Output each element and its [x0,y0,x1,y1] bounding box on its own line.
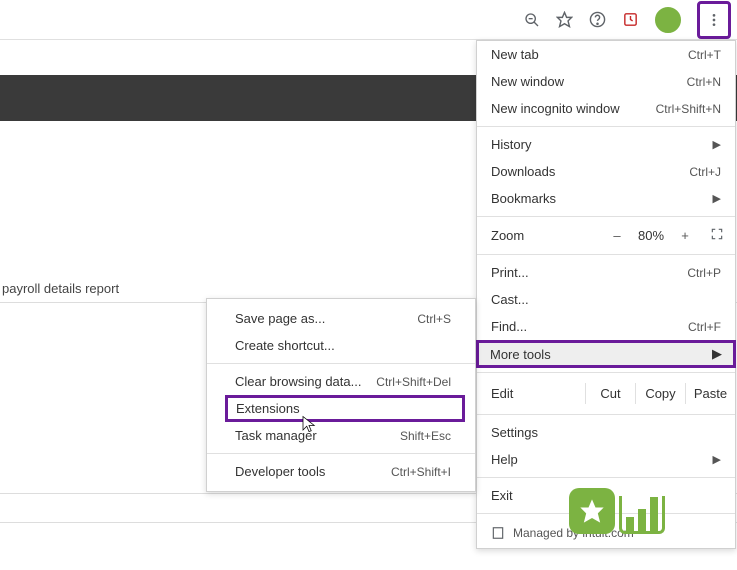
chevron-right-icon: ▶ [713,138,721,151]
shortcut: Shift+Esc [400,429,451,443]
menu-print[interactable]: Print... Ctrl+P [477,259,735,286]
more-tools-submenu: Save page as... Ctrl+S Create shortcut...… [206,298,476,492]
label: More tools [490,347,551,362]
menu-separator [477,414,735,415]
copy-button[interactable]: Copy [635,383,685,404]
shield-icon[interactable] [622,11,639,28]
menu-history[interactable]: History ▶ [477,131,735,158]
shortcut: Ctrl+T [688,48,721,62]
label: Zoom [491,228,603,243]
menu-separator [477,372,735,373]
menu-more-tools[interactable]: More tools ▶ [476,340,736,368]
label: Clear browsing data... [235,374,361,389]
label: New incognito window [491,101,620,116]
background-widget [569,488,665,534]
label: Settings [491,425,538,440]
menu-separator [477,216,735,217]
label: Save page as... [235,311,325,326]
zoom-in-button[interactable]: + [671,228,699,243]
more-vert-icon[interactable] [706,12,722,28]
label: Create shortcut... [235,338,335,353]
label: Task manager [235,428,317,443]
menu-cast[interactable]: Cast... [477,286,735,313]
submenu-developer-tools[interactable]: Developer tools Ctrl+Shift+I [207,458,475,485]
menu-separator [477,477,735,478]
submenu-task-manager[interactable]: Task manager Shift+Esc [207,422,475,449]
label: Developer tools [235,464,325,479]
menu-new-tab[interactable]: New tab Ctrl+T [477,41,735,68]
browser-toolbar [0,0,737,40]
chevron-right-icon: ▶ [712,346,722,362]
label: Bookmarks [491,191,556,206]
menu-help[interactable]: Help ▶ [477,446,735,473]
menu-separator [477,126,735,127]
zoom-out-icon[interactable] [524,12,540,28]
help-icon[interactable] [589,11,606,28]
shortcut: Ctrl+Shift+N [656,102,721,116]
submenu-clear-browsing[interactable]: Clear browsing data... Ctrl+Shift+Del [207,368,475,395]
shortcut: Ctrl+Shift+Del [376,375,451,389]
star-badge-icon [569,488,615,534]
label: Exit [491,488,513,503]
label: New window [491,74,564,89]
shortcut: Ctrl+N [687,75,721,89]
submenu-extensions[interactable]: Extensions [225,395,465,422]
cut-button[interactable]: Cut [585,383,635,404]
label: Edit [491,386,585,401]
shortcut: Ctrl+F [688,320,721,334]
profile-avatar[interactable] [655,7,681,33]
shortcut: Ctrl+Shift+I [391,465,451,479]
paste-button[interactable]: Paste [685,383,735,404]
label: Find... [491,319,527,334]
star-icon[interactable] [556,11,573,28]
label: New tab [491,47,539,62]
label: Print... [491,265,529,280]
label: Cast... [491,292,529,307]
chevron-right-icon: ▶ [713,192,721,205]
menu-separator [477,254,735,255]
label: Extensions [236,401,300,416]
menu-settings[interactable]: Settings [477,419,735,446]
building-icon [491,526,505,540]
zoom-out-button[interactable]: – [603,228,631,243]
bars-icon [619,496,665,534]
shortcut: Ctrl+S [417,312,451,326]
chevron-right-icon: ▶ [713,453,721,466]
label: Help [491,452,518,467]
page-visible-text: payroll details report [2,281,119,296]
menu-new-window[interactable]: New window Ctrl+N [477,68,735,95]
menu-new-incognito[interactable]: New incognito window Ctrl+Shift+N [477,95,735,122]
zoom-value: 80% [631,228,671,243]
menu-separator [207,453,475,454]
menu-zoom: Zoom – 80% + [477,221,735,250]
label: History [491,137,531,152]
menu-button-highlight [697,1,731,39]
shortcut: Ctrl+J [689,165,721,179]
menu-find[interactable]: Find... Ctrl+F [477,313,735,340]
menu-separator [207,363,475,364]
menu-bookmarks[interactable]: Bookmarks ▶ [477,185,735,212]
menu-downloads[interactable]: Downloads Ctrl+J [477,158,735,185]
label: Downloads [491,164,555,179]
submenu-create-shortcut[interactable]: Create shortcut... [207,332,475,359]
submenu-save-page[interactable]: Save page as... Ctrl+S [207,305,475,332]
chrome-main-menu: New tab Ctrl+T New window Ctrl+N New incog… [476,40,736,549]
shortcut: Ctrl+P [687,266,721,280]
menu-edit-row: Edit Cut Copy Paste [477,377,735,410]
fullscreen-icon[interactable] [699,227,735,244]
